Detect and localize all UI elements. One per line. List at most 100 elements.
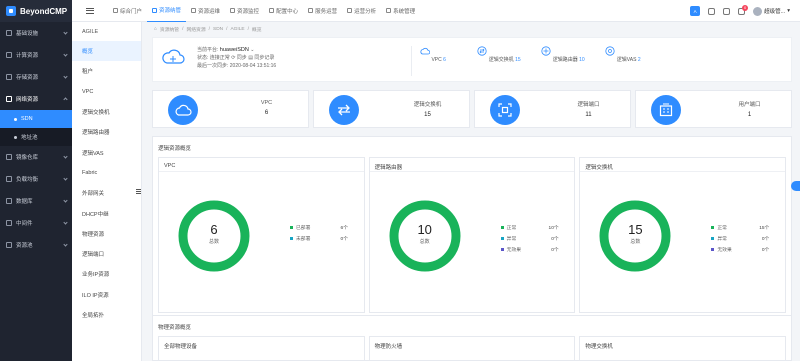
sidebar-item-network[interactable]: 网络资源 <box>0 88 72 110</box>
legend-value: 0个 <box>761 237 770 242</box>
platform-stat-value: 10 <box>579 57 585 63</box>
breadcrumb-separator: / <box>226 26 228 32</box>
tab-service-ops[interactable]: 服务运营 <box>303 0 342 22</box>
submenu-item-logical-router[interactable]: 逻辑路由器 <box>72 122 141 142</box>
chart-physical-switch: 物理交换机 <box>579 336 787 361</box>
home-icon[interactable]: ⌂ <box>154 27 157 32</box>
donut-total: 6 <box>210 222 218 237</box>
sidebar-item-database[interactable]: 数据库 <box>0 190 72 212</box>
tab-system-management[interactable]: 系统管理 <box>381 0 420 22</box>
chart-title: 逻辑路由器 <box>369 158 575 172</box>
server-icon <box>6 30 12 36</box>
summary-card-user-port[interactable]: 用户端口 1 <box>635 90 792 128</box>
submenu-item-logical-switch[interactable]: 逻辑交换机 <box>72 102 141 122</box>
submenu-item-external-gateway[interactable]: 外部网关 <box>72 183 141 203</box>
submenu-collapse-icon[interactable] <box>136 188 141 195</box>
user-menu[interactable]: 超级管... ▾ <box>753 6 790 16</box>
notification-badge: 0 <box>742 4 749 11</box>
breadcrumb-item[interactable]: SDN <box>213 27 223 32</box>
donut-total-label: 总数 <box>419 239 430 245</box>
submenu-item-global-topology[interactable]: 全局拓扑 <box>72 305 141 325</box>
summary-card-logical-switch[interactable]: 逻辑交换机 15 <box>313 90 470 128</box>
language-label: A <box>693 8 697 14</box>
middleware-icon <box>6 220 12 226</box>
donut-total: 10 <box>417 222 432 237</box>
tab-label: 资源运维 <box>198 8 221 15</box>
switch-arrows-icon <box>329 95 359 125</box>
chart-title: 逻辑交换机 <box>580 158 786 172</box>
submenu-item-logical-port[interactable]: 逻辑端口 <box>72 244 141 264</box>
tab-ops-analysis[interactable]: 运营分析 <box>342 0 381 22</box>
sync-record-button[interactable]: ▤ 同步记录 <box>248 55 274 61</box>
cart-icon[interactable] <box>723 7 731 15</box>
summary-card-vpc[interactable]: VPC 6 <box>152 90 309 128</box>
legend-label: 异常 <box>506 237 517 242</box>
sidebar-subitem-sdn[interactable]: SDN <box>0 110 72 128</box>
lock-icon[interactable] <box>708 7 716 15</box>
legend-label: 正常 <box>506 226 517 231</box>
legend-item: 已部署 6个 <box>290 222 348 233</box>
tab-resource-ops[interactable]: 资源运维 <box>186 0 225 22</box>
submenu-item-ilo-ip[interactable]: ILO IP资源 <box>72 285 141 305</box>
wrench-icon <box>191 8 197 13</box>
floating-help-button[interactable] <box>791 181 800 191</box>
chart-legend: 已部署 6个 未部署 0个 <box>290 222 348 244</box>
platform-stat-logical-router: 逻辑路由器 10 <box>533 46 593 63</box>
sync-button[interactable]: ⟳ 同步 <box>231 55 247 61</box>
breadcrumb-item[interactable]: 资源纳管 <box>160 26 179 33</box>
breadcrumb-separator: / <box>247 26 249 32</box>
sidebar-item-infrastructure[interactable]: 基础设施 <box>0 22 72 44</box>
sidebar-subitem-address-pool[interactable]: 地址池 <box>0 128 72 146</box>
submenu-item-vpc[interactable]: VPC <box>72 82 141 102</box>
legend-item: 异常 0个 <box>711 233 769 244</box>
platform-stat-label: 逻辑VAS <box>616 57 637 63</box>
legend-item: 异常 0个 <box>500 233 559 244</box>
bell-icon[interactable]: 0 <box>738 4 749 15</box>
sidebar-item-image-repo[interactable]: 镜像仓库 <box>0 146 72 168</box>
tab-portal[interactable]: 综合门户 <box>108 0 147 22</box>
breadcrumb-item[interactable]: AGILE <box>230 27 244 32</box>
current-platform-label: 当前平台: <box>197 47 219 53</box>
router-icon <box>541 46 551 56</box>
chevron-down-icon <box>63 74 68 79</box>
submenu-header: AGILE <box>82 28 99 35</box>
donut-chart: 6 总数 <box>178 200 250 272</box>
summary-card-logical-port[interactable]: 逻辑端口 11 <box>474 90 631 128</box>
submenu-item-fabric[interactable]: Fabric <box>72 163 141 183</box>
sidebar-item-load-balancer[interactable]: 负载均衡 <box>0 168 72 190</box>
tab-config-center[interactable]: 配置中心 <box>264 0 303 22</box>
card-label: 用户端口 <box>738 102 761 108</box>
brand[interactable]: BeyondCMP <box>0 0 72 22</box>
network-icon <box>6 96 12 102</box>
platform-stat-logical-switch: 逻辑交换机 15 <box>469 46 529 63</box>
secondary-menu: AGILE 概览 租户 VPC 逻辑交换机 逻辑路由器 逻辑VAS Fabric… <box>72 22 142 361</box>
submenu-item-tenant[interactable]: 租户 <box>72 61 141 81</box>
status-label: 状态: <box>197 55 209 61</box>
sidebar-item-storage[interactable]: 存储资源 <box>0 66 72 88</box>
breadcrumb-separator: / <box>208 26 210 32</box>
tab-resource-management[interactable]: 资源纳管 <box>147 0 187 22</box>
username: 超级管... <box>764 9 786 15</box>
tab-resource-monitor[interactable]: 资源监控 <box>225 0 264 22</box>
tab-label: 综合门户 <box>120 8 143 15</box>
breadcrumb-item[interactable]: 网络资源 <box>186 26 205 33</box>
submenu-item-physical-resources[interactable]: 物理资源 <box>72 224 141 244</box>
tab-label: 运营分析 <box>354 8 377 15</box>
tab-label: 资源纳管 <box>159 8 182 14</box>
language-switch-button[interactable]: A <box>690 6 701 16</box>
platform-select-icon[interactable]: ⌄ <box>250 47 254 53</box>
submenu-item-business-ip[interactable]: 业务IP资源 <box>72 264 141 284</box>
top-nav: 综合门户 资源纳管 资源运维 资源监控 配置中心 服务运营 运营分析 系统管理 <box>108 0 420 22</box>
sidebar-item-middleware[interactable]: 中间件 <box>0 212 72 234</box>
submenu-item-logical-vas[interactable]: 逻辑VAS <box>72 142 141 162</box>
submenu-item-dhcp-relay[interactable]: DHCP中继 <box>72 203 141 223</box>
legend-label: 无效果 <box>506 248 522 253</box>
legend-swatch <box>290 237 293 240</box>
legend-value: 15个 <box>759 226 770 231</box>
chevron-down-icon <box>63 176 68 181</box>
menu-toggle-icon[interactable] <box>86 6 94 15</box>
submenu-item-overview[interactable]: 概览 <box>72 41 141 62</box>
sidebar-item-label: 数据库 <box>16 199 33 205</box>
sidebar-item-resource-pool[interactable]: 资源池 <box>0 234 72 256</box>
sidebar-item-compute[interactable]: 计算资源 <box>0 44 72 66</box>
